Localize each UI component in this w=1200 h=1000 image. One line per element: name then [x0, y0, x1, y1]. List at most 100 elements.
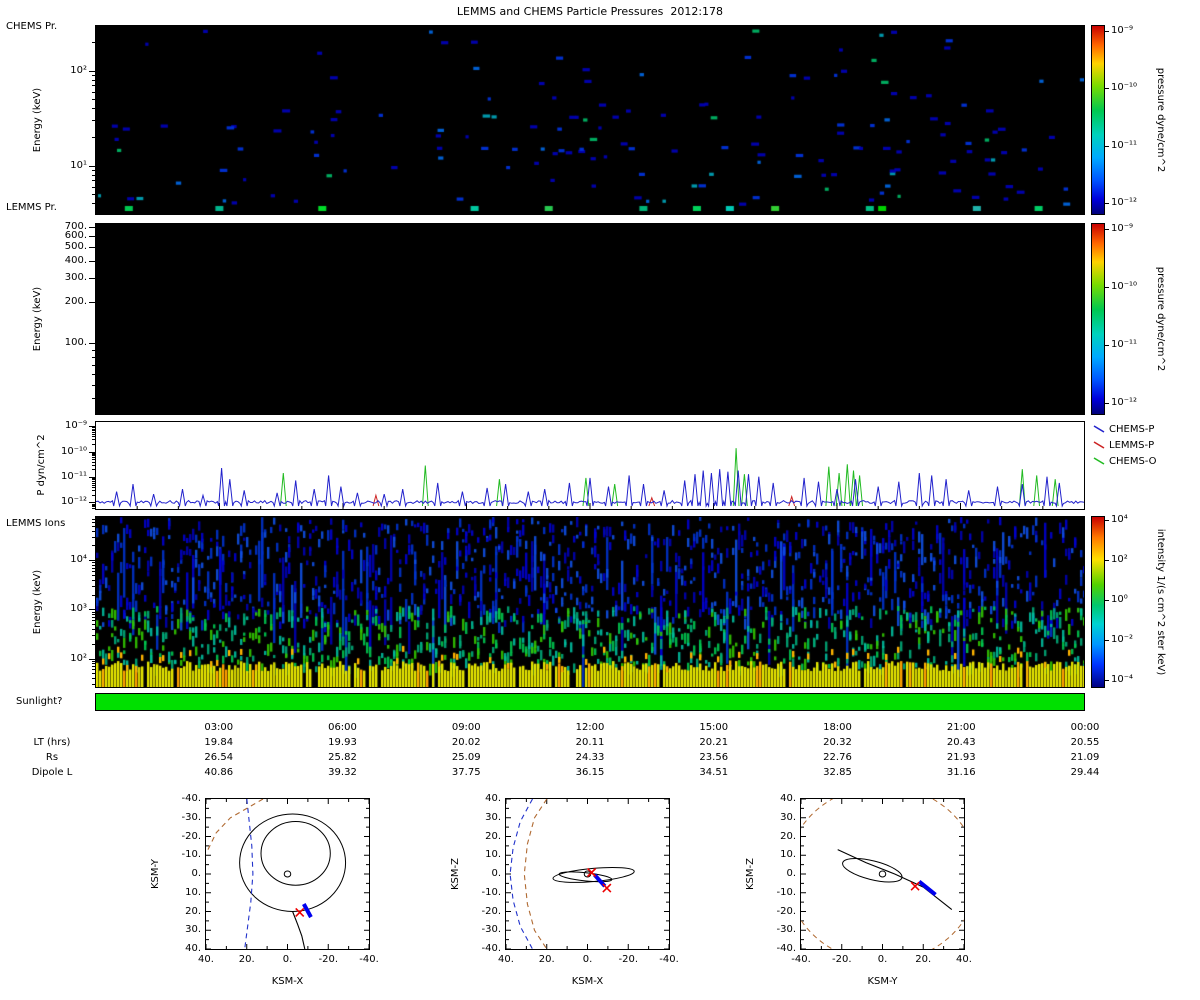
y-minor-tick	[92, 545, 95, 547]
y-minor-tick	[92, 430, 95, 432]
y-minor-tick	[92, 356, 95, 358]
y-minor-tick	[92, 669, 95, 671]
y-minor-tick	[92, 461, 95, 463]
y-minor-tick	[92, 169, 95, 171]
y-minor-tick	[92, 455, 95, 457]
y-minor-tick	[92, 564, 95, 566]
y-minor-tick	[92, 469, 95, 471]
colorbar-intensity	[1091, 516, 1105, 688]
orbit-y-tick-label: -40.	[181, 793, 201, 804]
y-minor-tick	[92, 364, 95, 366]
ephemeris-value: 21.09	[1070, 752, 1100, 763]
orbit-y-tick-label: -20.	[181, 830, 201, 842]
orbit-c-xlabel: KSM-Y	[867, 976, 898, 987]
ephemeris-value: 19.84	[204, 737, 234, 748]
time-tick-label: 12:00	[575, 722, 605, 733]
colorbar-pressure-bottom	[1091, 223, 1105, 415]
colorbar-tick-label: 10⁴	[1111, 514, 1128, 525]
ephemeris-value: 36.15	[575, 767, 605, 778]
legend-item-chems-p: CHEMS-P	[1092, 423, 1154, 435]
orbit-y-tick-label: 0.	[786, 868, 796, 879]
time-tick-label: 15:00	[699, 722, 729, 733]
y-tick	[89, 658, 95, 660]
y-minor-tick	[92, 484, 95, 486]
legend-label-lemms-p: LEMMS-P	[1109, 439, 1155, 451]
orbit-x-tick-label: -20.	[618, 954, 638, 965]
figure-title: LEMMS and CHEMS Particle Pressures 2012:…	[456, 5, 724, 18]
time-tick-label: 09:00	[451, 722, 481, 733]
orbit-x-tick-label: 20.	[238, 954, 255, 965]
y-minor-tick	[92, 643, 95, 645]
orbit-shape-circle	[283, 870, 292, 878]
orbit-shape-ellipse	[842, 858, 903, 883]
y-minor-tick	[92, 443, 95, 445]
y-minor-tick	[92, 203, 95, 205]
colorbar-label-intensity: intensity 1/(s cm^2 ster keV)	[1155, 528, 1166, 676]
orbit-y-tick-label: 30.	[185, 924, 201, 936]
y-minor-tick	[92, 684, 95, 686]
ephemeris-value: 37.75	[451, 767, 481, 778]
orbit-x-tick-label: -40.	[359, 954, 379, 965]
y-minor-tick	[92, 42, 95, 43]
chems-pressure-canvas	[96, 26, 1084, 214]
orbit-x-tick-label: 0.	[582, 954, 593, 965]
time-tick-label: 06:00	[328, 722, 357, 733]
y-minor-tick	[92, 536, 95, 538]
colorbar-tick	[1105, 287, 1109, 288]
panel-lemms-ions-spectrogram	[95, 516, 1085, 688]
y-minor-tick	[92, 74, 95, 76]
colorbar-tick	[1105, 228, 1109, 230]
y-minor-tick	[92, 635, 95, 637]
legend-item-chems-o: CHEMS-O	[1092, 455, 1157, 467]
y-tick-label: 10¹	[70, 159, 87, 171]
ephemeris-value: 20.02	[451, 737, 481, 748]
panel-chems-energy-spectrogram	[95, 223, 1085, 415]
y-minor-tick	[92, 525, 95, 527]
colorbar-tick-label: 10⁻¹¹	[1111, 139, 1138, 151]
y-minor-tick	[92, 384, 95, 386]
chems-o-line-icon	[1093, 457, 1105, 465]
y-tick	[89, 560, 95, 562]
lemms-p-line-icon	[1093, 441, 1105, 449]
y-minor-tick	[92, 85, 95, 87]
legend-item-lemms-p: LEMMS-P	[1092, 439, 1154, 451]
orbit-x-tick-label: -40.	[791, 954, 811, 965]
y-minor-tick	[92, 194, 95, 196]
time-tick-label: 18:00	[823, 722, 852, 733]
orbit-plot-ksmx-ksmy	[205, 798, 370, 950]
y-minor-tick	[92, 518, 95, 520]
colorbar-tick-label: 10⁻¹¹	[1111, 339, 1138, 351]
orbit-y-tick-label: -20.	[481, 905, 501, 917]
ephemeris-value: 26.54	[204, 752, 234, 763]
colorbar-tick	[1105, 680, 1109, 681]
colorbar-tick	[1105, 520, 1109, 521]
orbit-shape-circle	[878, 870, 887, 878]
y-tick-label: 10²	[70, 652, 87, 664]
orbit-a-xlabel: KSM-X	[271, 976, 304, 987]
y-minor-tick	[92, 439, 95, 441]
y-minor-tick	[92, 673, 95, 675]
annotation-lemms-pr: LEMMS Pr.	[6, 202, 57, 213]
orbit-y-tick-label: 10.	[485, 849, 501, 861]
annotation-chems-pr: CHEMS Pr.	[6, 21, 58, 32]
y-minor-tick	[92, 457, 95, 459]
y-minor-tick	[92, 428, 95, 430]
ephemeris-row-label-lt: LT (hrs)	[33, 737, 71, 748]
panel-pressure-timeseries	[95, 421, 1085, 510]
y-tick-label: 200.	[64, 296, 87, 307]
orbit-x-tick-label: -40.	[659, 954, 679, 965]
y-minor-tick	[92, 464, 95, 466]
colorbar-pressure-top	[1091, 25, 1105, 215]
y-tick-label: 10⁻¹¹	[60, 470, 87, 482]
y-minor-tick	[92, 453, 95, 455]
y-minor-tick	[92, 620, 95, 622]
y-minor-tick	[92, 99, 95, 101]
sunlight-label: Sunlight?	[16, 696, 63, 707]
y-minor-tick	[92, 349, 95, 351]
orbit-y-tick-label: -40.	[481, 943, 501, 954]
legend-label-chems-o: CHEMS-O	[1109, 455, 1157, 467]
colorbar-label-pressure-bottom: pressure dyne/cm^2	[1155, 266, 1166, 372]
orbit-x-tick-label: -20.	[318, 954, 338, 965]
orbit-shape-circle	[239, 813, 347, 912]
colorbar-tick-label: 10⁻¹²	[1111, 397, 1138, 409]
